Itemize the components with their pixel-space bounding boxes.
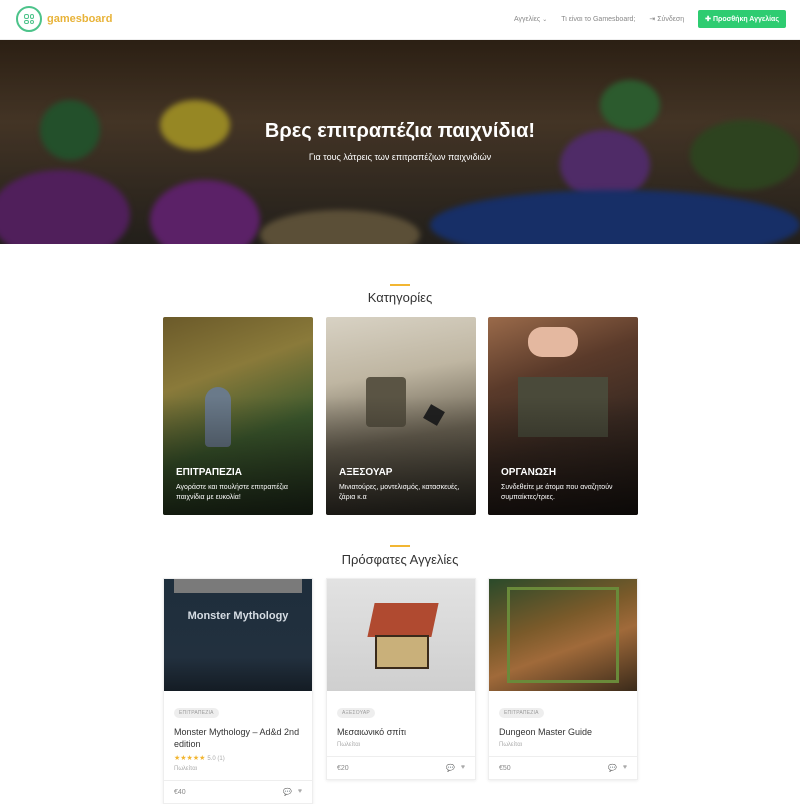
top-navbar: gamesboard Αγγελίες ⌄ Τι είναι το Gamesbo… xyxy=(0,0,800,40)
listing-image[interactable] xyxy=(327,579,475,691)
categories-title: Κατηγορίες xyxy=(367,290,433,305)
listing-image[interactable]: Monster Mythology xyxy=(164,579,312,691)
listing-price: €20 xyxy=(337,764,349,772)
sale-status: Πωλείται xyxy=(174,766,197,772)
category-card-boardgames[interactable]: ΕΠΙΤΡΑΠΕΖΙΑ Αγοράστε και πουλήστε επιτρα… xyxy=(163,317,313,515)
category-card-accessories[interactable]: ΑΞΕΣΟΥΑΡ Μινιατούρες, μοντελισμός, κατασ… xyxy=(326,317,476,515)
logo-text: gamesboard xyxy=(47,13,113,25)
heart-icon[interactable]: ♥ xyxy=(461,764,465,772)
logo-icon xyxy=(16,6,42,32)
category-badge: ΕΠΙΤΡΑΠΕΖΙΑ xyxy=(499,708,544,718)
listing-title[interactable]: Monster Mythology – Ad&d 2nd edition xyxy=(174,726,302,750)
plus-icon: ✚ xyxy=(705,16,711,23)
hero-title: Βρες επιτραπέζια παιχνίδια! xyxy=(264,120,536,142)
heart-icon[interactable]: ♥ xyxy=(298,788,302,796)
comment-icon[interactable]: 💬 xyxy=(446,764,455,772)
listings-title: Πρόσφατες Αγγελίες xyxy=(341,552,459,567)
category-badge: ΕΠΙΤΡΑΠΕΖΙΑ xyxy=(174,708,219,718)
chevron-down-icon: ⌄ xyxy=(542,16,548,23)
section-divider xyxy=(390,284,410,286)
category-card-organize[interactable]: ΟΡΓΑΝΩΣΗ Συνδεθείτε με άτομα που αναζητο… xyxy=(488,317,638,515)
nav-link-about[interactable]: Τι είναι το Gamesboard; xyxy=(561,16,635,23)
add-listing-button[interactable]: ✚ Προσθήκη Αγγελίας xyxy=(698,10,786,28)
heart-icon[interactable]: ♥ xyxy=(623,764,627,772)
hero-banner: Βρες επιτραπέζια παιχνίδια! Για τους λάτ… xyxy=(0,40,800,244)
section-divider xyxy=(390,545,410,547)
comment-icon[interactable]: 💬 xyxy=(608,764,617,772)
listing-price: €40 xyxy=(174,788,186,796)
logo[interactable]: gamesboard xyxy=(16,6,112,32)
nav-link-login[interactable]: ⇥ Σύνδεση xyxy=(649,15,684,23)
comment-icon[interactable]: 💬 xyxy=(283,788,292,796)
listing-card[interactable]: ΕΠΙΤΡΑΠΕΖΙΑ Dungeon Master Guide Πωλείτα… xyxy=(488,578,638,780)
rating-stars: ★★★★★ 5.0 (1) xyxy=(174,755,225,762)
listing-title[interactable]: Μεσαιωνικό σπίτι xyxy=(337,726,465,738)
category-badge: ΑΞΕΣΟΥΑΡ xyxy=(337,708,375,718)
sale-status: Πωλείται xyxy=(337,742,360,748)
listing-image[interactable] xyxy=(489,579,637,691)
listing-card[interactable]: Monster Mythology ΕΠΙΤΡΑΠΕΖΙΑ Monster My… xyxy=(163,578,313,804)
listing-price: €50 xyxy=(499,764,511,772)
nav-link-listings[interactable]: Αγγελίες ⌄ xyxy=(514,16,547,23)
hero-subtitle: Για τους λάτρεις των επιτραπέζιων παιχνι… xyxy=(308,152,492,162)
sale-status: Πωλείται xyxy=(499,742,522,748)
listing-card[interactable]: ΑΞΕΣΟΥΑΡ Μεσαιωνικό σπίτι Πωλείται €20 💬… xyxy=(326,578,476,780)
listing-title[interactable]: Dungeon Master Guide xyxy=(499,726,627,738)
login-icon: ⇥ xyxy=(649,16,656,23)
